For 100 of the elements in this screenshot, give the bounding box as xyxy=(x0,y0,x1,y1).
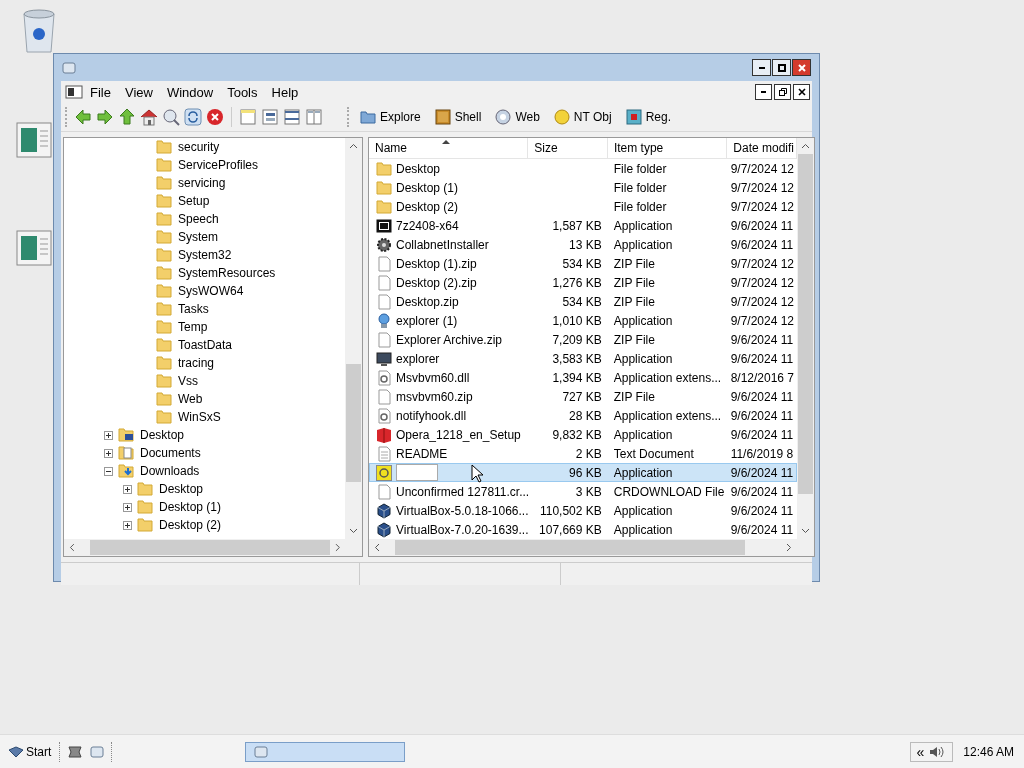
tree-item[interactable]: Desktop xyxy=(138,428,187,442)
file-row[interactable]: msvbvm60.zip 727 KB ZIP File 9/6/2024 11 xyxy=(369,387,797,406)
scroll-up-icon[interactable] xyxy=(349,143,358,149)
tree-item[interactable]: Vss xyxy=(176,374,200,388)
show-hidden-icons-button[interactable]: « xyxy=(916,743,925,760)
quick-launch-icon[interactable] xyxy=(67,744,84,759)
toolbar-button[interactable]: Explore xyxy=(356,108,425,126)
column-header[interactable]: Item type xyxy=(607,138,728,158)
tree-item[interactable]: System32 xyxy=(176,248,234,262)
scroll-down-icon[interactable] xyxy=(349,528,358,534)
app-icon xyxy=(62,61,76,74)
document-icon[interactable] xyxy=(65,85,83,99)
scrollbar[interactable] xyxy=(797,138,814,539)
tree-item[interactable]: Temp xyxy=(176,320,210,334)
file-row[interactable]: 7z2408-x64 1,587 KB Application 9/6/2024 11 xyxy=(369,216,797,235)
scroll-right-icon[interactable] xyxy=(786,543,792,552)
scroll-left-icon[interactable] xyxy=(69,543,75,552)
scroll-right-icon[interactable] xyxy=(334,543,341,552)
speaker-icon[interactable] xyxy=(928,744,947,759)
column-header[interactable]: Name xyxy=(369,138,529,158)
minimize-button[interactable] xyxy=(755,84,772,100)
tree-item[interactable]: Desktop (2) xyxy=(157,518,224,532)
scroll-down-icon[interactable] xyxy=(801,528,810,534)
tree-item[interactable]: tracing xyxy=(176,356,217,370)
file-row[interactable]: README 2 KB Text Document 11/6/2019 8 xyxy=(369,444,797,463)
tree-item[interactable]: Setup xyxy=(176,194,212,208)
tree-item[interactable]: security xyxy=(176,140,222,154)
tree-item[interactable]: Desktop xyxy=(157,482,206,496)
minimize-button[interactable] xyxy=(752,59,771,76)
app-icon xyxy=(254,745,269,758)
expander-icon[interactable] xyxy=(123,520,132,530)
tile-horizontal-icon[interactable] xyxy=(283,108,301,126)
close-button[interactable] xyxy=(792,59,811,76)
tree-item[interactable]: ToastData xyxy=(176,338,235,352)
tile-vertical-icon[interactable] xyxy=(305,108,323,126)
search-icon[interactable] xyxy=(162,108,180,126)
up-arrow-icon[interactable] xyxy=(118,108,136,126)
file-row[interactable]: notifyhook.dll 28 KB Application extens... 9/6/2024 11 xyxy=(369,406,797,425)
file-row[interactable]: explorer (1) 1,010 KB Application 9/7/2024 12 xyxy=(369,311,797,330)
expander-icon[interactable] xyxy=(104,430,113,440)
toolbar-button[interactable]: Reg. xyxy=(621,107,675,127)
menu-item[interactable]: View xyxy=(117,84,160,100)
rename-field[interactable] xyxy=(396,464,438,481)
expander-icon[interactable] xyxy=(104,466,113,476)
file-row[interactable]: VirtualBox-7.0.20-1639... 107,669 KB Application 9/6/2024 11 xyxy=(369,520,797,539)
toolbar-button[interactable]: Web xyxy=(491,107,544,127)
refresh-icon[interactable] xyxy=(184,108,202,126)
expander-icon[interactable] xyxy=(104,448,113,458)
tree-item[interactable]: servicing xyxy=(176,176,228,190)
toolbar-button[interactable]: NT Obj xyxy=(549,107,616,127)
menu-item[interactable]: Help xyxy=(264,84,306,100)
tree-item[interactable]: ServiceProfiles xyxy=(176,158,261,172)
close-button[interactable] xyxy=(793,84,810,100)
tree-item[interactable]: Speech xyxy=(176,212,221,226)
tree-item[interactable]: Web xyxy=(176,392,205,406)
file-row[interactable]: CollabnetInstaller 13 KB Application 9/6/2024 11 xyxy=(369,235,797,254)
tree-item[interactable]: Tasks xyxy=(176,302,211,316)
expander-icon[interactable] xyxy=(123,502,132,512)
file-row[interactable]: Desktop (2).zip 1,276 KB ZIP File 9/7/2024 12 xyxy=(369,273,797,292)
file-row[interactable]: Desktop (1) File folder 9/7/2024 12 xyxy=(369,178,797,197)
tree-item[interactable]: Documents xyxy=(138,446,203,460)
forward-icon[interactable] xyxy=(96,108,114,126)
scrollbar[interactable] xyxy=(345,138,362,539)
tree-item[interactable]: SysWOW64 xyxy=(176,284,246,298)
cascade-icon[interactable] xyxy=(261,108,279,126)
file-row[interactable]: Desktop File folder 9/7/2024 12 xyxy=(369,159,797,178)
tree-item[interactable]: Desktop (1) xyxy=(157,500,224,514)
file-row[interactable]: Explorer Archive.zip 7,209 KB ZIP File 9/6/2024 11 xyxy=(369,330,797,349)
file-row[interactable]: Desktop (2) File folder 9/7/2024 12 xyxy=(369,197,797,216)
back-icon[interactable] xyxy=(74,108,92,126)
scroll-left-icon[interactable] xyxy=(374,543,380,552)
file-row[interactable]: explorer 3,583 KB Application 9/6/2024 11 xyxy=(369,349,797,368)
file-row[interactable]: Desktop (1).zip 534 KB ZIP File 9/7/2024 12 xyxy=(369,254,797,273)
restore-button[interactable] xyxy=(774,84,791,100)
scroll-up-icon[interactable] xyxy=(801,143,810,149)
home-icon[interactable] xyxy=(140,108,158,126)
menu-item[interactable]: Tools xyxy=(220,84,265,100)
column-header[interactable]: Size xyxy=(528,138,608,158)
tree-item[interactable]: WinSxS xyxy=(176,410,223,424)
stop-icon[interactable] xyxy=(206,108,224,126)
file-row[interactable]: Unconfirmed 127811.cr... 3 KB CRDOWNLOAD File 9/6/2024 11 xyxy=(369,482,797,501)
tree-item[interactable]: Downloads xyxy=(138,464,202,478)
expander-icon[interactable] xyxy=(123,484,132,494)
file-type: Application xyxy=(613,503,673,518)
file-row[interactable]: Opera_1218_en_Setup 9,832 KB Application 9/6/2024 11 xyxy=(369,425,797,444)
menu-item[interactable]: Window xyxy=(159,84,221,100)
file-name: Msvbvm60.dll xyxy=(396,370,470,385)
menu-item[interactable]: File xyxy=(83,84,118,100)
maximize-button[interactable] xyxy=(772,59,791,76)
tree-item[interactable]: System xyxy=(176,230,220,244)
file-row[interactable]: VirtualBox-5.0.18-1066... 110,502 KB Application 9/6/2024 11 xyxy=(369,501,797,520)
clock[interactable]: 12:46 AM xyxy=(959,744,1018,759)
start-button[interactable]: Start xyxy=(6,744,54,759)
tree-item[interactable]: SystemResources xyxy=(176,266,278,280)
folder-icon xyxy=(156,302,172,316)
recycle-bin-icon[interactable] xyxy=(20,8,58,54)
file-row[interactable]: Msvbvm60.dll 1,394 KB Application extens... 8/12/2016 7 xyxy=(369,368,797,387)
toolbar-button[interactable]: Shell xyxy=(430,107,486,127)
file-row[interactable]: 96 KB Application 9/6/2024 11 xyxy=(369,463,797,482)
file-row[interactable]: Desktop.zip 534 KB ZIP File 9/7/2024 12 xyxy=(369,292,797,311)
